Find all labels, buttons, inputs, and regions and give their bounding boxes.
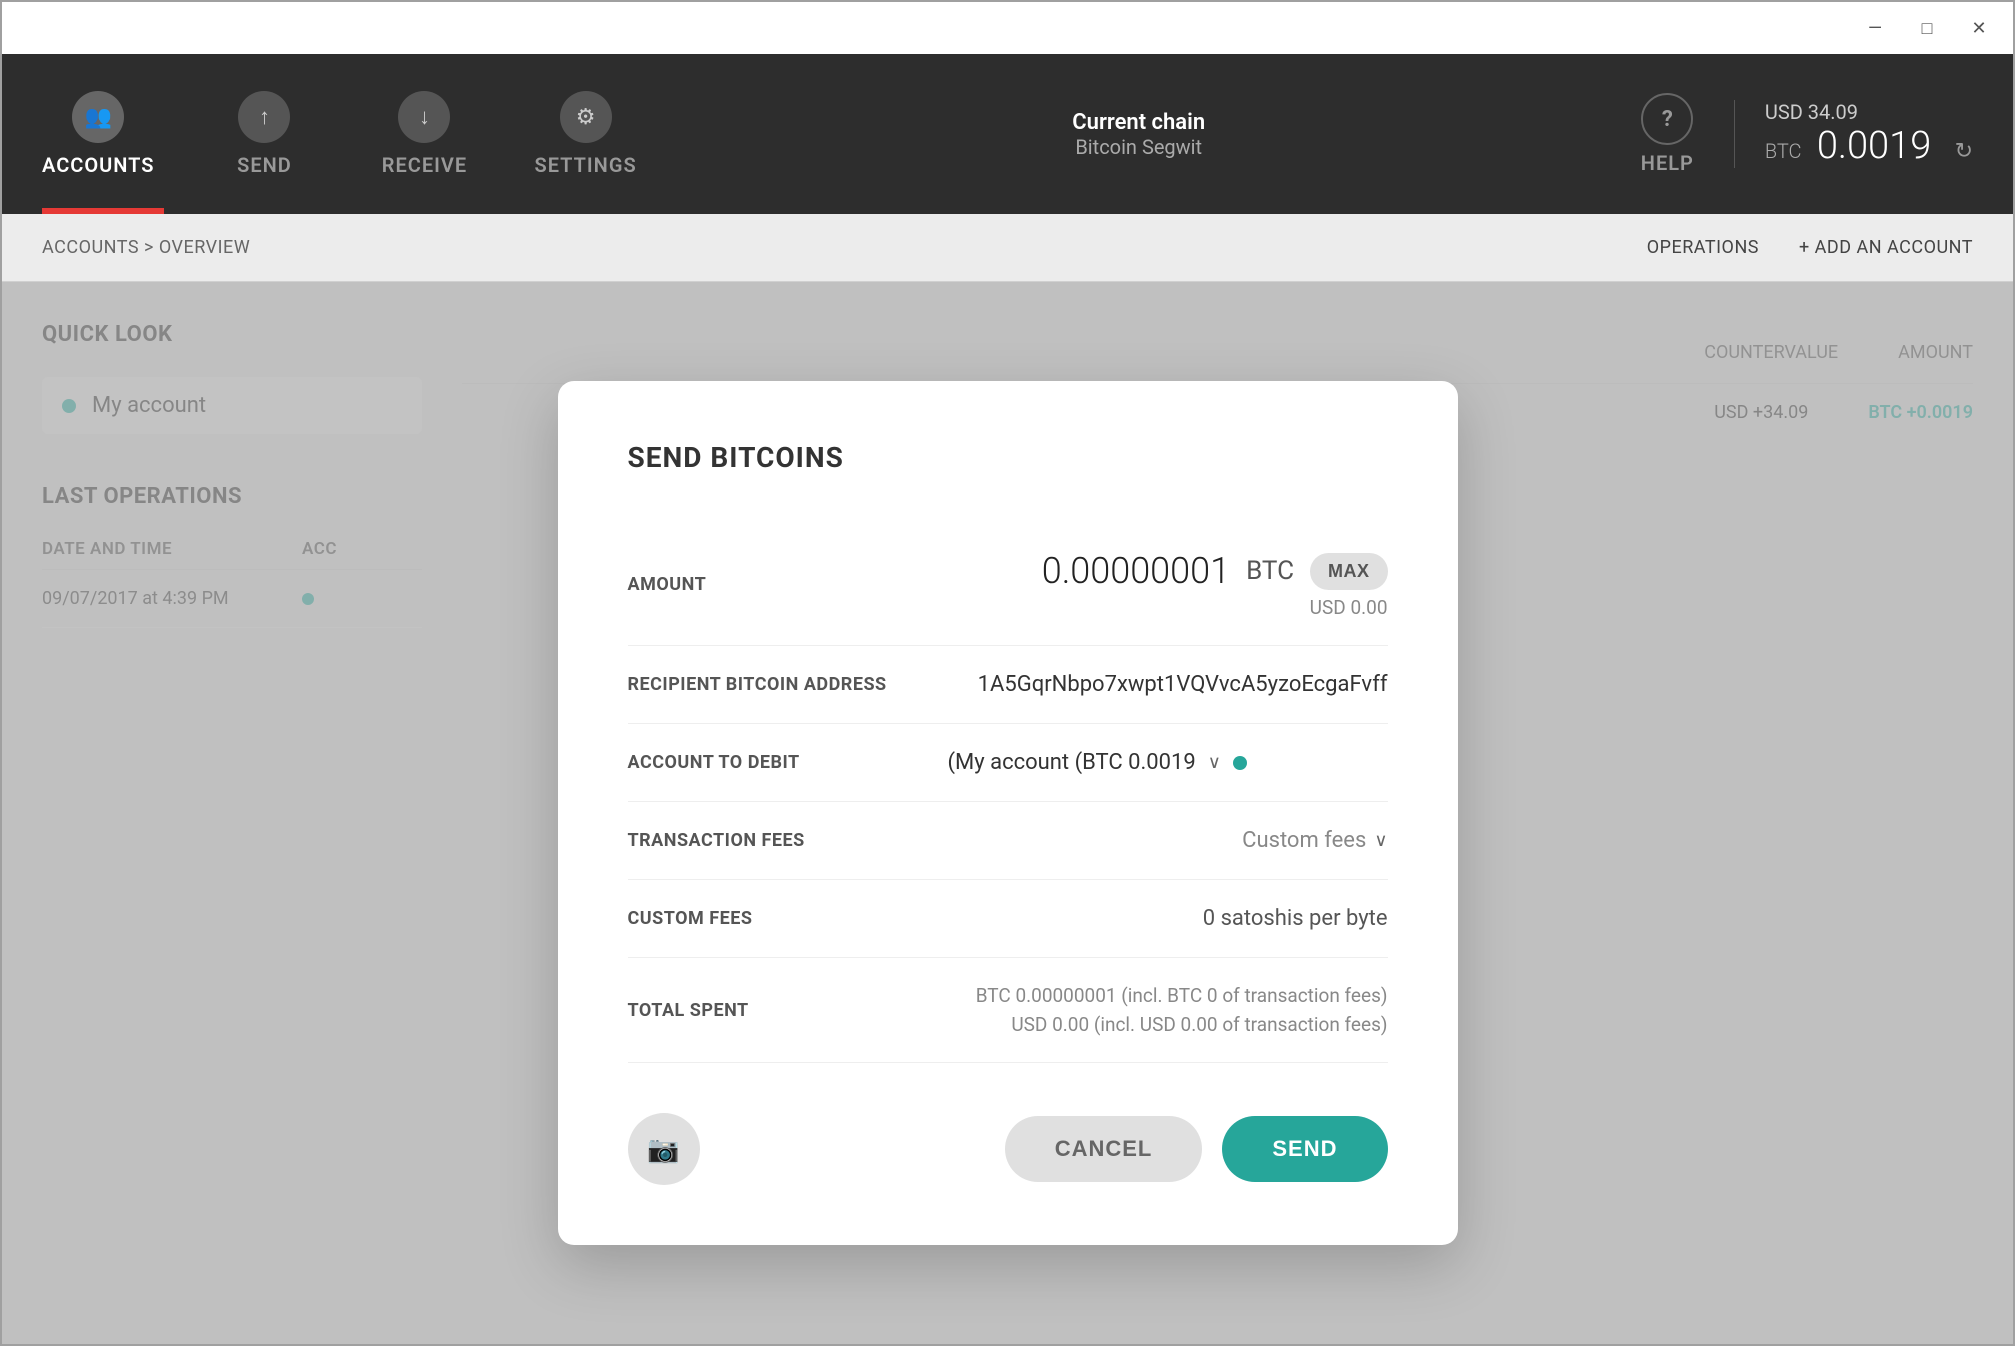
operations-link[interactable]: OPERATIONS [1647,237,1759,258]
amount-number: 0.00000001 [1042,550,1230,592]
send-bitcoins-modal: SEND BITCOINS AMOUNT 0.00000001 BTC MAX … [558,381,1458,1245]
modal-footer: 📷 CANCEL SEND [628,1113,1388,1185]
fees-selector[interactable]: Custom fees ∨ [948,828,1388,853]
send-label: SEND [237,153,292,177]
nav-right: ? HELP USD 34.09 BTC 0.0019 ↻ [1641,93,1973,175]
chain-info: Current chain Bitcoin Segwit [637,110,1641,159]
nav-items: 👥 ACCOUNTS ↑ SEND ↓ RECEIVE ⚙ SETTINGS [42,91,637,177]
modal-title: SEND BITCOINS [628,441,1388,474]
total-spent-label: TOTAL SPENT [628,1000,948,1021]
send-button[interactable]: SEND [1222,1116,1387,1182]
current-chain-label: Current chain [1072,110,1205,135]
custom-fees-label: CUSTOM FEES [628,908,948,929]
footer-buttons: CANCEL SEND [1005,1116,1388,1182]
recipient-address: 1A5GqrNbpo7xwpt1VQVvcA5yzoEcgaFvff [978,672,1388,697]
active-indicator [42,208,164,214]
btc-prefix: BTC [1765,139,1802,163]
breadcrumb: ACCOUNTS > OVERVIEW [42,237,250,258]
accounts-label: ACCOUNTS [42,153,154,177]
help-item[interactable]: ? HELP [1641,93,1694,175]
receive-icon: ↓ [398,91,450,143]
nav-item-accounts[interactable]: 👥 ACCOUNTS [42,91,154,177]
balance-btc: BTC 0.0019 ↻ [1765,124,1973,168]
help-icon: ? [1641,93,1693,145]
amount-row: AMOUNT 0.00000001 BTC MAX USD 0.00 [628,524,1388,646]
recipient-value-section: 1A5GqrNbpo7xwpt1VQVvcA5yzoEcgaFvff [948,672,1388,697]
nav-item-send[interactable]: ↑ SEND [214,91,314,177]
custom-fees-row: CUSTOM FEES 0 satoshis per byte [628,880,1388,958]
settings-icon: ⚙ [560,91,612,143]
app-window: — □ ✕ 👥 ACCOUNTS ↑ SEND ↓ RECEIVE [0,0,2015,1346]
custom-fees-text: 0 satoshis per byte [1203,906,1388,931]
app-body: 👥 ACCOUNTS ↑ SEND ↓ RECEIVE ⚙ SETTINGS [2,54,2013,1344]
total-spent-values: BTC 0.00000001 (incl. BTC 0 of transacti… [948,984,1388,1036]
account-debit-row: ACCOUNT TO DEBIT (My account (BTC 0.0019… [628,724,1388,802]
account-debit-value-section: (My account (BTC 0.0019 ∨ [948,750,1388,775]
amount-main: 0.00000001 BTC MAX [1042,550,1388,592]
refresh-icon[interactable]: ↻ [1955,139,1973,164]
balance-usd: USD 34.09 [1765,100,1973,124]
amount-usd: USD 0.00 [1310,596,1388,619]
amount-btc-label: BTC [1246,556,1294,586]
cancel-button[interactable]: CANCEL [1005,1116,1203,1182]
amount-value-section: 0.00000001 BTC MAX USD 0.00 [948,550,1388,619]
nav-item-receive[interactable]: ↓ RECEIVE [374,91,474,177]
max-button[interactable]: MAX [1310,553,1388,590]
total-line-2: USD 0.00 (incl. USD 0.00 of transaction … [1011,1013,1387,1036]
camera-button[interactable]: 📷 [628,1113,700,1185]
amount-label: AMOUNT [628,574,948,595]
total-line-1: BTC 0.00000001 (incl. BTC 0 of transacti… [976,984,1388,1007]
fees-row: TRANSACTION FEES Custom fees ∨ [628,802,1388,880]
add-account-link[interactable]: + ADD AN ACCOUNT [1799,237,1973,258]
modal-overlay: SEND BITCOINS AMOUNT 0.00000001 BTC MAX … [2,282,2013,1344]
balance-section: USD 34.09 BTC 0.0019 ↻ [1734,100,1973,168]
account-debit-label: ACCOUNT TO DEBIT [628,752,948,773]
accounts-icon: 👥 [72,91,124,143]
top-nav: 👥 ACCOUNTS ↑ SEND ↓ RECEIVE ⚙ SETTINGS [2,54,2013,214]
btc-value: 0.0019 [1817,124,1931,168]
secondary-nav: ACCOUNTS > OVERVIEW OPERATIONS + ADD AN … [2,214,2013,282]
custom-fees-value-section: 0 satoshis per byte [948,906,1388,931]
account-debit-chevron-icon: ∨ [1208,752,1221,773]
recipient-label: RECIPIENT BITCOIN ADDRESS [628,674,948,695]
fees-text: Custom fees [1242,828,1366,853]
maximize-button[interactable]: □ [1913,14,1941,42]
account-debit-selector[interactable]: (My account (BTC 0.0019 ∨ [948,750,1388,775]
title-bar: — □ ✕ [2,2,2013,54]
account-debit-text: (My account (BTC 0.0019 [948,750,1196,775]
current-chain-value: Bitcoin Segwit [1075,135,1202,159]
secondary-actions: OPERATIONS + ADD AN ACCOUNT [1647,237,1973,258]
content-area: QUICK LOOK My account LAST OPERATIONS DA… [2,282,2013,1344]
fees-label: TRANSACTION FEES [628,830,948,851]
settings-label: SETTINGS [534,153,636,177]
send-icon: ↑ [238,91,290,143]
camera-icon: 📷 [647,1134,679,1165]
minimize-button[interactable]: — [1861,14,1889,42]
account-debit-dot [1233,756,1247,770]
total-spent-value-section: BTC 0.00000001 (incl. BTC 0 of transacti… [948,984,1388,1036]
total-spent-row: TOTAL SPENT BTC 0.00000001 (incl. BTC 0 … [628,958,1388,1063]
fees-chevron-icon: ∨ [1374,830,1387,851]
close-button[interactable]: ✕ [1965,14,1993,42]
recipient-row: RECIPIENT BITCOIN ADDRESS 1A5GqrNbpo7xwp… [628,646,1388,724]
help-label: HELP [1641,151,1694,175]
fees-value-section: Custom fees ∨ [948,828,1388,853]
receive-label: RECEIVE [382,153,467,177]
nav-item-settings[interactable]: ⚙ SETTINGS [534,91,636,177]
